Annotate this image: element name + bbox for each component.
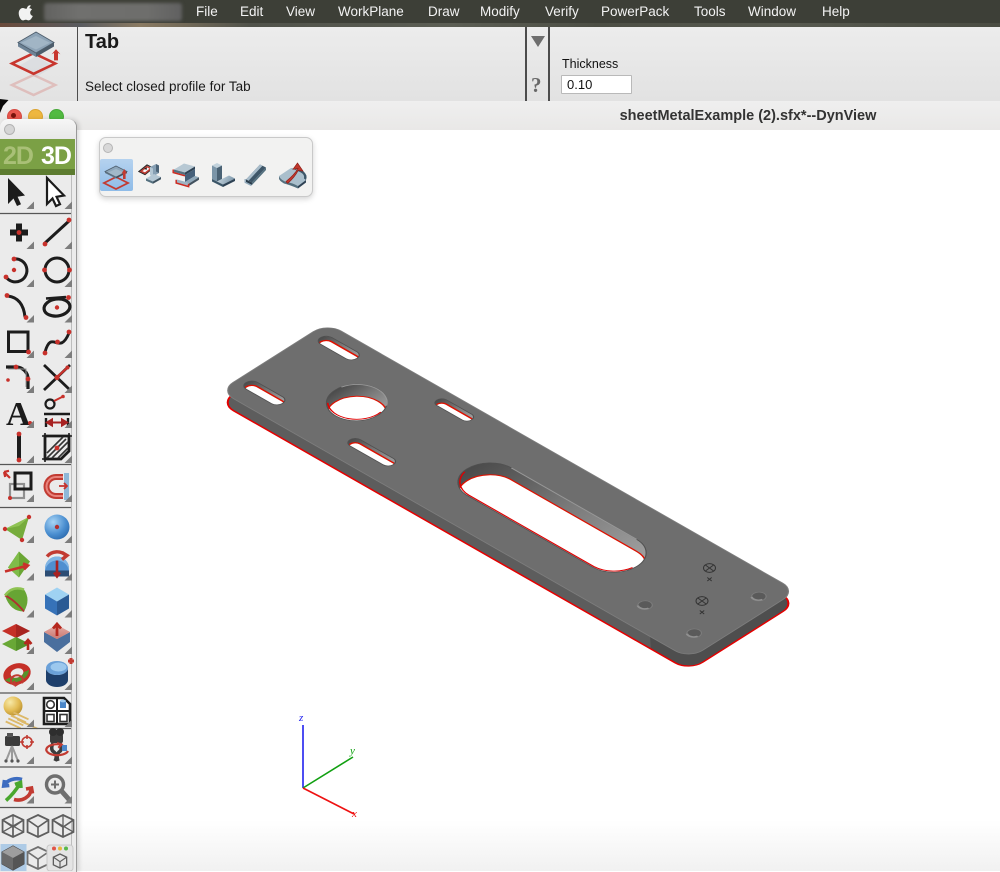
svg-text:x: x bbox=[351, 808, 357, 820]
svg-text:y: y bbox=[349, 745, 355, 757]
svg-text:z: z bbox=[298, 712, 304, 724]
